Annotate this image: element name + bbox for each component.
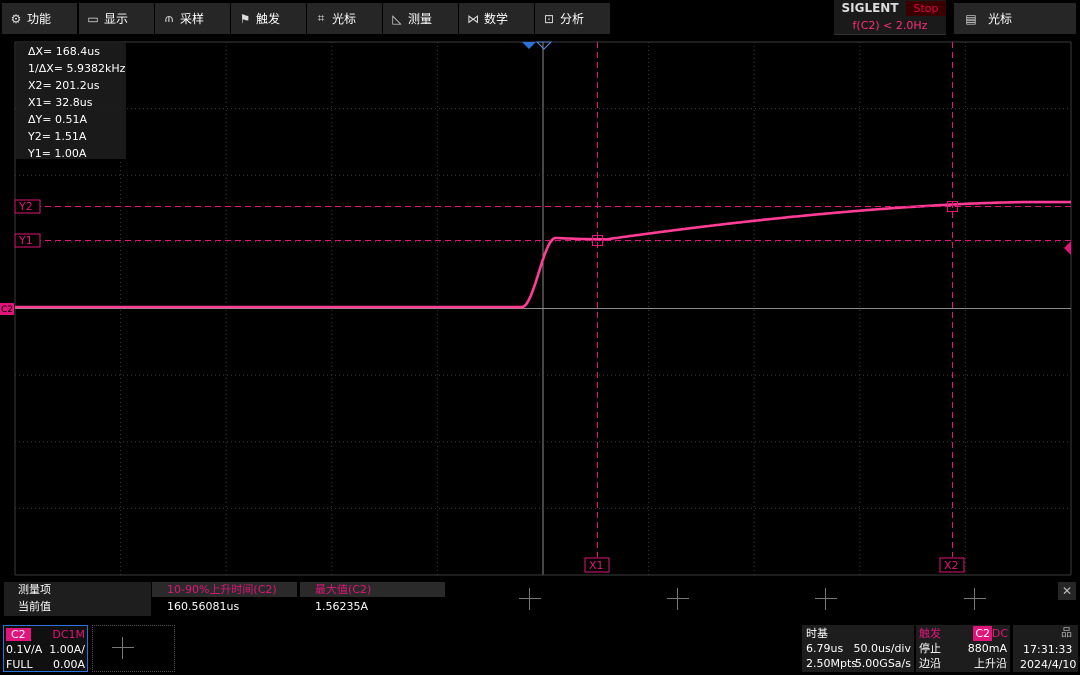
channel-marker-label: C2: [1, 305, 13, 315]
timebase-scale: 50.0us/div: [853, 642, 911, 655]
measure-item-2-value: 1.56235A: [315, 600, 369, 613]
trigger-coupling: DC: [991, 627, 1008, 640]
document-icon: ▤: [965, 11, 977, 26]
add-measure-slot-4[interactable]: [667, 588, 689, 610]
add-channel-slot[interactable]: [92, 625, 175, 672]
status-bar: C2 DC1M 0.1V/A 1.00A/ FULL 0.00A 时基 6.79…: [0, 620, 1080, 675]
x2-cursor-label: X2: [944, 559, 959, 572]
delta-y-readout: ΔY= 0.51A: [28, 113, 87, 126]
x2-readout: X2= 201.2us: [28, 79, 100, 92]
brand-logo: SIGLENT: [837, 1, 903, 16]
menu-cursor[interactable]: ⌗ 光标: [307, 3, 382, 34]
measurement-panel: 测量项 当前值 10-90%上升时间(C2) 160.56081us 最大值(C…: [0, 578, 1080, 620]
channel2-vertical-scale: 1.00A/: [49, 643, 85, 656]
channel2-info[interactable]: C2 DC1M 0.1V/A 1.00A/ FULL 0.00A: [3, 625, 88, 672]
trigger-slope: 上升沿: [974, 657, 1007, 670]
trigger-source: C2: [973, 626, 992, 641]
add-measure-slot-5[interactable]: [815, 588, 837, 610]
trigger-info[interactable]: 触发 C2 DC 停止 880mA 边沿 上升沿: [916, 625, 1010, 672]
menu-trigger[interactable]: ⚑ 触发: [231, 3, 306, 34]
trigger-type: 边沿: [919, 657, 941, 670]
measure-item-1-name[interactable]: 10-90%上升时间(C2): [161, 583, 277, 597]
measure-item-1-value: 160.56081us: [167, 600, 240, 613]
cursor-menu-button[interactable]: ▤ 光标: [954, 3, 1076, 34]
measure-item-2-name[interactable]: 最大值(C2): [309, 583, 371, 597]
menu-analysis-label: 分析: [560, 12, 585, 26]
menu-display-label: 显示: [104, 12, 129, 26]
channel2-offset: 0.00A: [52, 658, 85, 671]
cursor-menu-label: 光标: [988, 12, 1013, 26]
measure-header-label: 测量项: [18, 583, 51, 596]
add-channel-icon: [112, 637, 156, 661]
delta-x-readout: ΔX= 168.4us: [28, 45, 100, 58]
timebase-info[interactable]: 时基 6.79us 50.0us/div 2.50Mpts 5.00GSa/s: [802, 625, 914, 672]
menu-math[interactable]: ⋈ 数学: [459, 3, 534, 34]
channel2-coupling: DC1M: [52, 628, 85, 641]
menu-function-label: 功能: [27, 12, 52, 26]
measure-icon: ◺: [392, 11, 402, 26]
timebase-memory: 2.50Mpts: [806, 657, 858, 670]
inverse-delta-x-readout: 1/ΔX= 5.9382kHz: [28, 62, 126, 75]
menu-display[interactable]: ▭ 显示: [79, 3, 154, 34]
channel2-badge: C2: [6, 628, 31, 641]
cursor-readout: ΔX= 168.4us 1/ΔX= 5.9382kHz X2= 201.2us …: [16, 41, 126, 160]
display-icon: ▭: [87, 11, 99, 26]
menu-measure[interactable]: ◺ 测量: [383, 3, 458, 34]
clock-date: 2024/4/10: [1020, 658, 1077, 671]
menu-cursor-label: 光标: [332, 12, 357, 26]
timebase-title: 时基: [806, 627, 828, 640]
channel2-probe-scale: 0.1V/A: [6, 643, 43, 656]
close-measure-icon[interactable]: ✕: [1058, 582, 1076, 600]
menu-math-label: 数学: [484, 12, 509, 26]
measure-value-label: 当前值: [18, 600, 51, 613]
gear-icon: ⚙: [10, 11, 22, 26]
acquire-icon: ⫙: [164, 11, 174, 25]
top-menu-bar: ⚙ 功能 ▭ 显示 ⫙ 采样 ⚑ 触发 ⌗ 光标 ◺ 测量 ⋈ 数学 ⊡ 分析 …: [0, 0, 1080, 37]
clock-info[interactable]: 品 17:31:33 2024/4/10: [1013, 625, 1078, 672]
menu-acquire[interactable]: ⫙ 采样: [155, 3, 230, 34]
trigger-icon: ⚑: [239, 11, 251, 26]
trigger-title: 触发: [919, 627, 941, 640]
menu-trigger-label: 触发: [256, 12, 281, 26]
menu-acquire-label: 采样: [180, 12, 205, 26]
add-measure-slot-3[interactable]: [519, 588, 541, 610]
y2-readout: Y2= 1.51A: [28, 130, 87, 143]
y1-readout: Y1= 1.00A: [28, 147, 87, 160]
cursor-icon: ⌗: [317, 11, 325, 25]
y1-cursor-label: Y1: [18, 234, 33, 247]
analysis-icon: ⊡: [543, 11, 555, 26]
channel2-bandwidth: FULL: [6, 658, 33, 671]
menu-analysis[interactable]: ⊡ 分析: [535, 3, 610, 34]
frequency-readout: f(C2) < 2.0Hz: [852, 19, 928, 32]
timebase-sample-rate: 5.00GSa/s: [854, 657, 911, 670]
waveform-display[interactable]: C2 Y2 Y1 X1 X2: [0, 37, 1080, 577]
y2-cursor-label: Y2: [18, 200, 33, 213]
add-measure-slot-6[interactable]: [964, 588, 986, 610]
x1-cursor-label: X1: [589, 559, 604, 572]
math-icon: ⋈: [467, 11, 479, 26]
timebase-delay: 6.79us: [806, 642, 844, 655]
menu-measure-label: 测量: [408, 12, 433, 26]
trigger-state: 停止: [919, 642, 941, 655]
clock-time: 17:31:33: [1023, 643, 1073, 656]
x1-readout: X1= 32.8us: [28, 96, 93, 109]
trigger-level: 880mA: [967, 642, 1007, 655]
menu-function[interactable]: ⚙ 功能: [2, 3, 77, 34]
network-icon: 品: [1061, 626, 1072, 639]
run-state-badge[interactable]: Stop: [906, 1, 946, 16]
status-box: SIGLENT Stop f(C2) < 2.0Hz: [834, 0, 946, 35]
